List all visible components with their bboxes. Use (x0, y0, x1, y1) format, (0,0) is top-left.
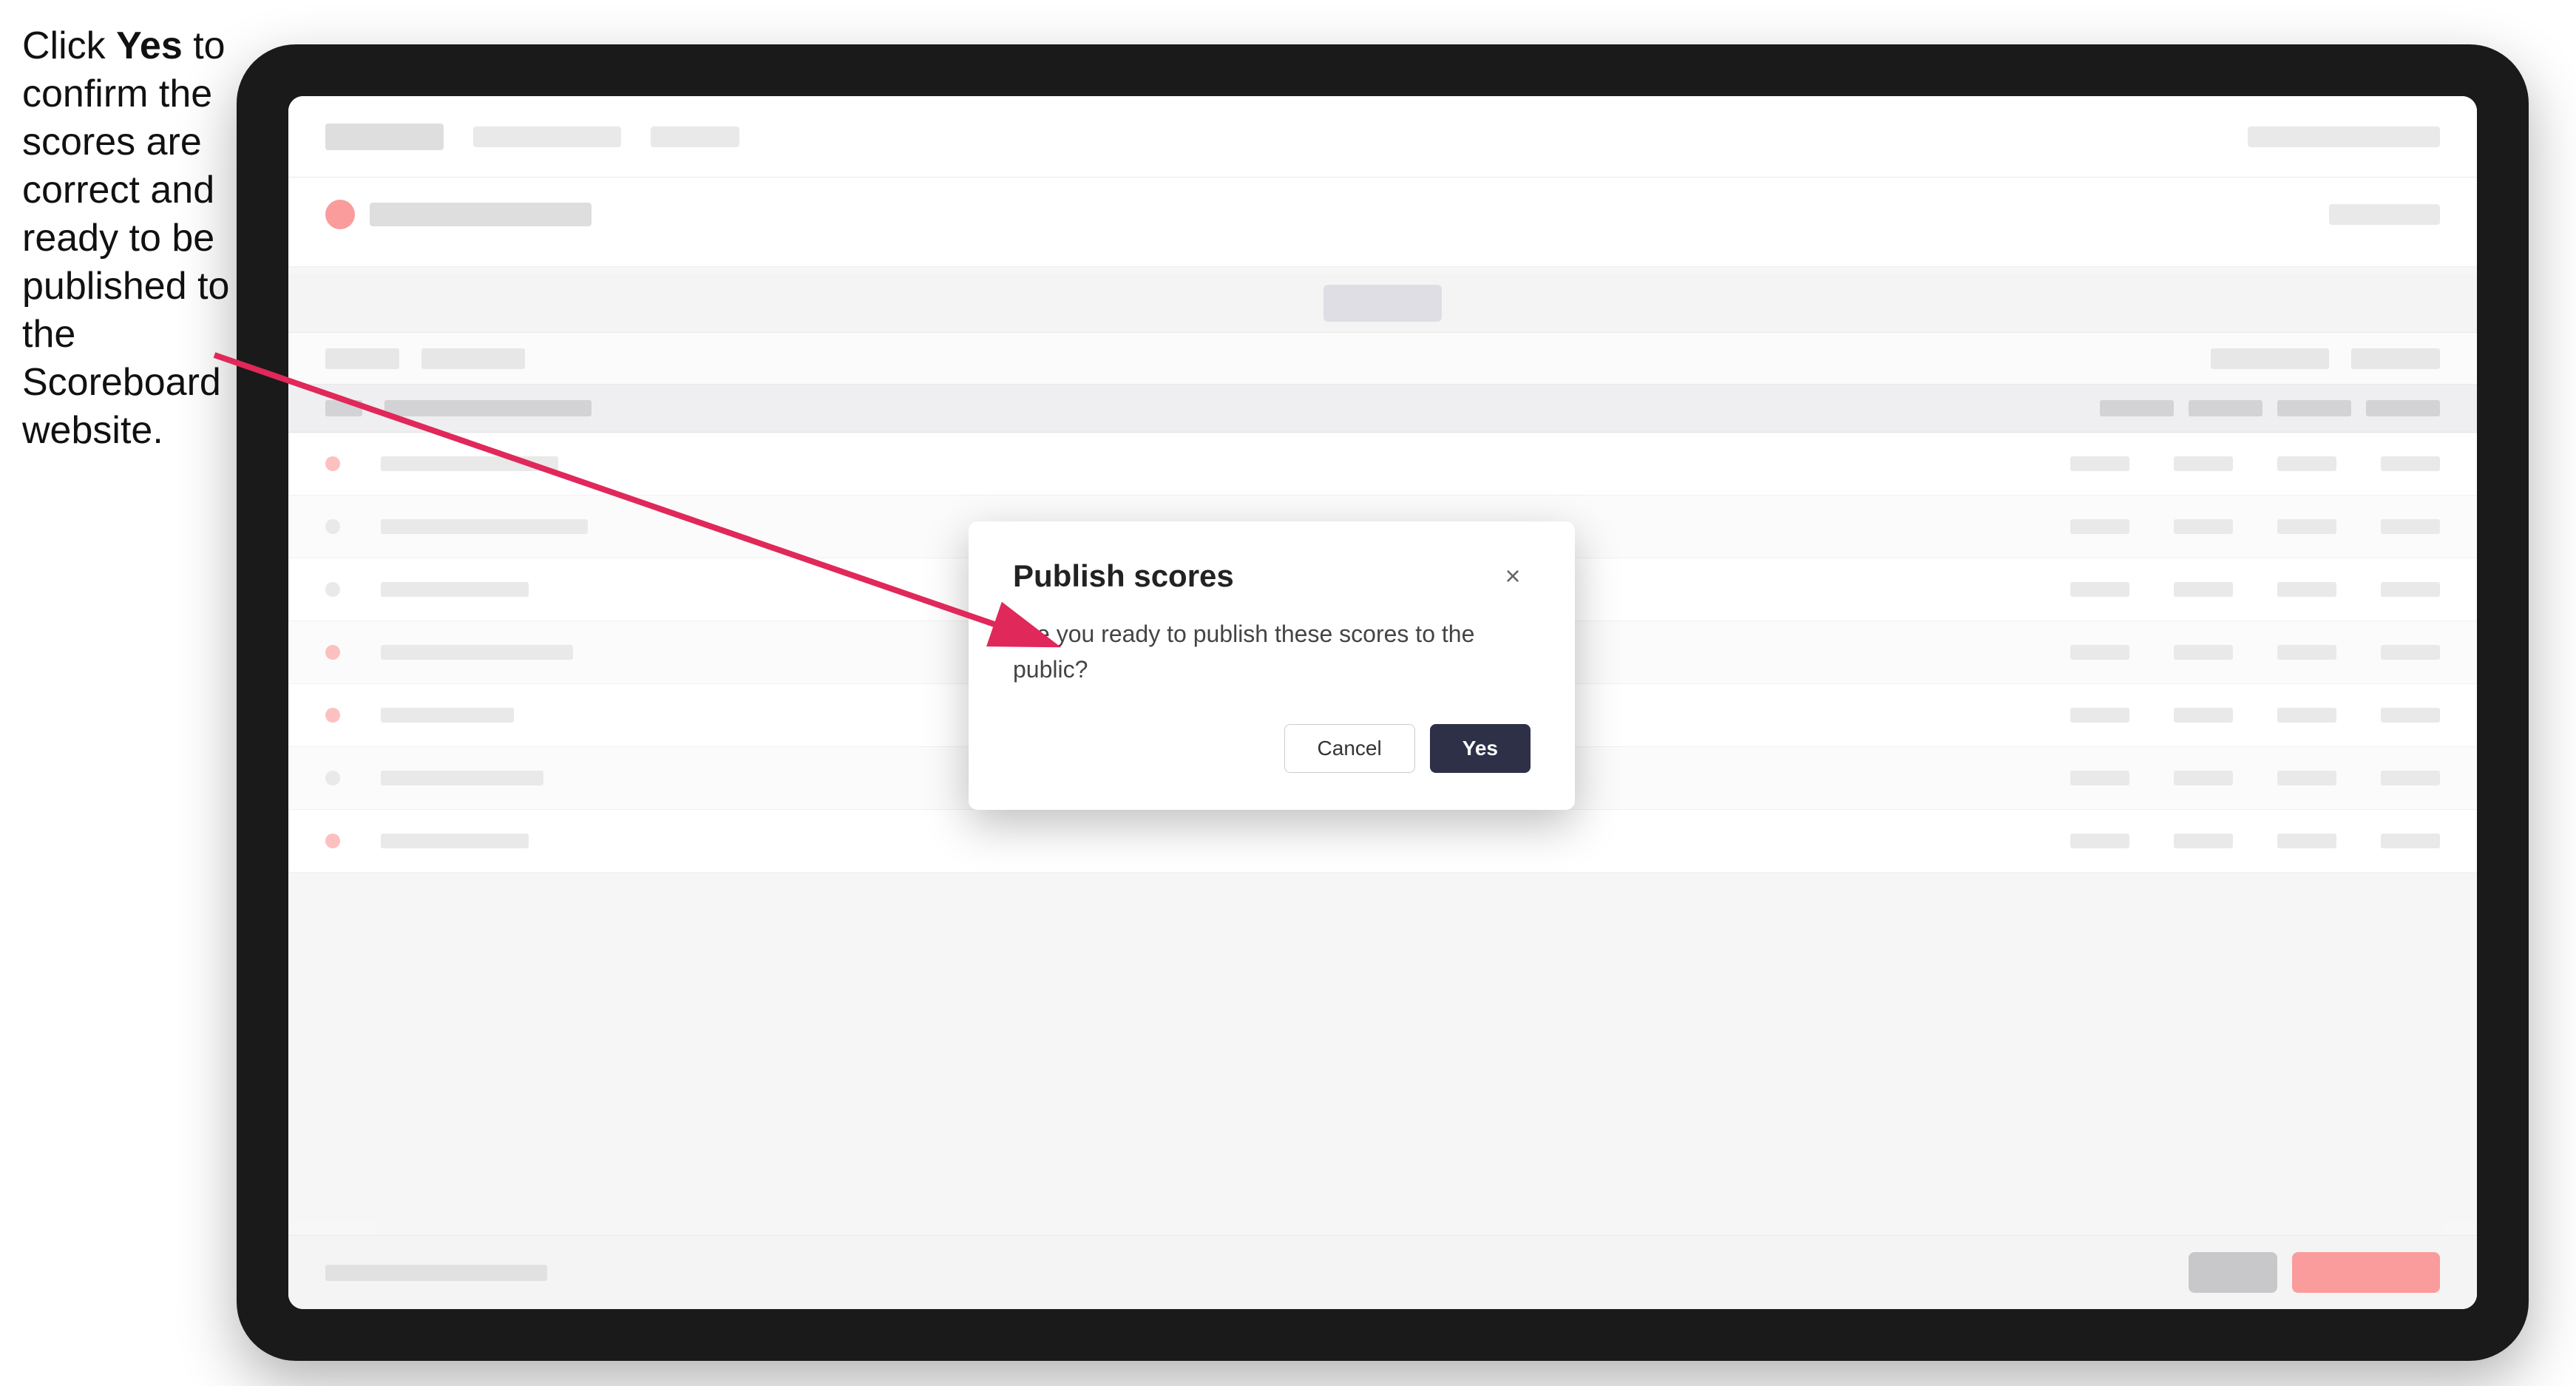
modal-close-button[interactable]: × (1495, 558, 1531, 594)
cancel-button[interactable]: Cancel (1284, 724, 1415, 773)
modal-body-text: Are you ready to publish these scores to… (1013, 616, 1531, 687)
publish-scores-dialog: Publish scores × Are you ready to publis… (969, 521, 1575, 810)
tablet-screen: Publish scores × Are you ready to publis… (288, 96, 2477, 1309)
modal-title: Publish scores (1013, 558, 1234, 594)
yes-button[interactable]: Yes (1430, 724, 1531, 773)
instruction-text: Click Yes to confirm the scores are corr… (22, 22, 244, 455)
modal-overlay: Publish scores × Are you ready to publis… (288, 96, 2477, 1309)
modal-header: Publish scores × (1013, 558, 1531, 594)
modal-footer: Cancel Yes (1013, 724, 1531, 773)
tablet-device: Publish scores × Are you ready to publis… (237, 44, 2529, 1361)
